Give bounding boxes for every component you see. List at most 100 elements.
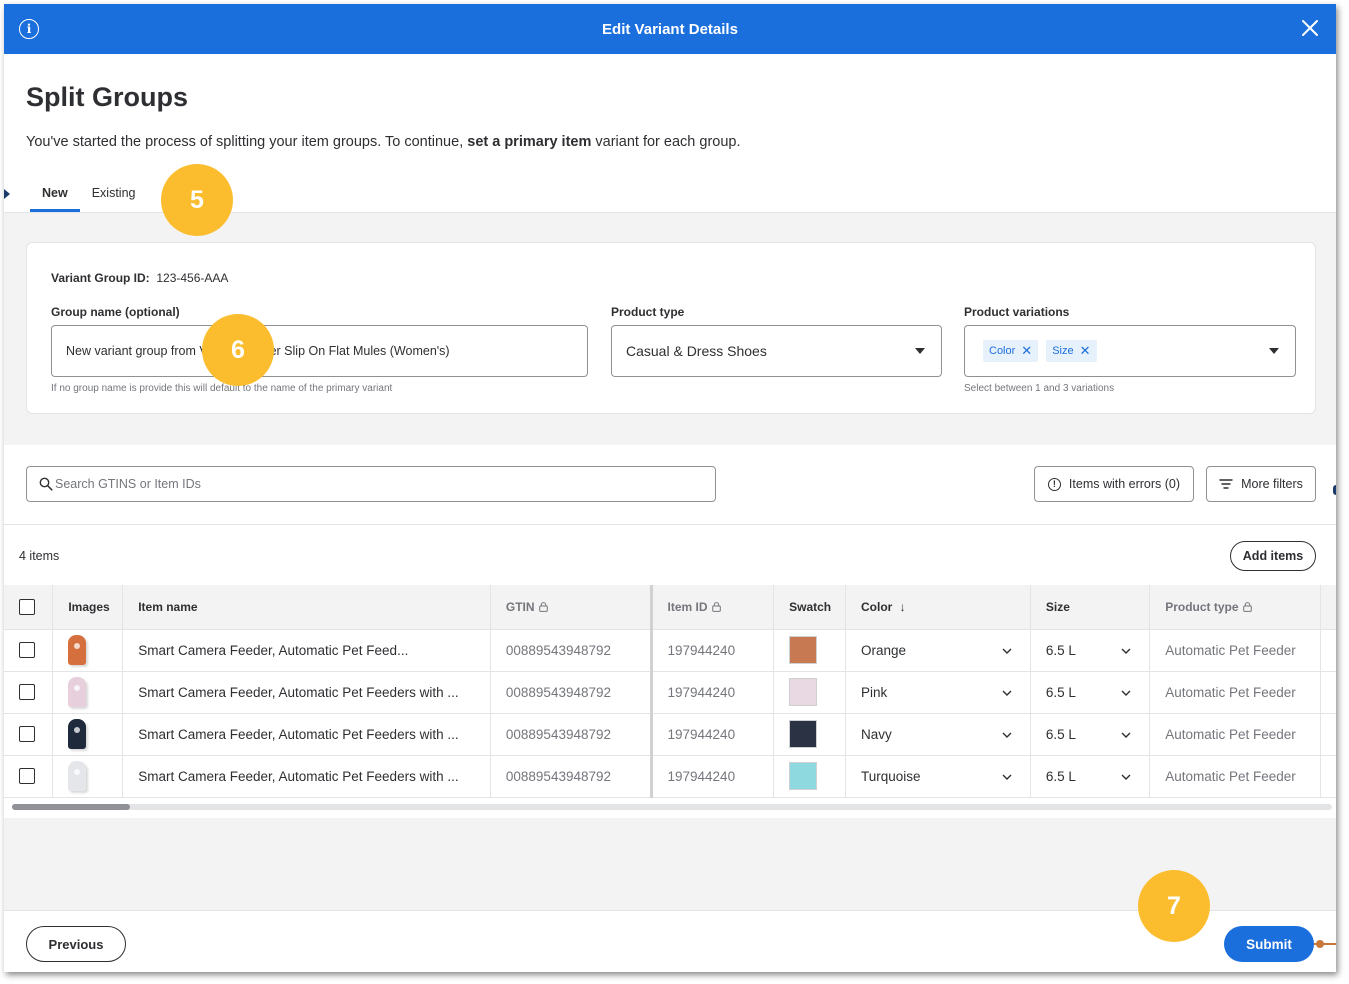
chevron-down-icon (1002, 774, 1012, 780)
item-name-cell[interactable]: Smart Camera Feeder, Automatic Pet Feede… (122, 755, 491, 798)
submit-button[interactable]: Submit (1224, 926, 1314, 962)
row-select-cell (4, 629, 54, 672)
row-select-cell (4, 671, 54, 714)
footer-divider (4, 910, 1336, 911)
filter-icon (1219, 479, 1233, 489)
swatch-cell (773, 629, 846, 672)
group-tabs: New Existing (30, 180, 147, 214)
size-select[interactable]: 6.5 L (1030, 629, 1151, 672)
previous-button[interactable]: Previous (26, 926, 126, 962)
color-select[interactable]: Turquoise (845, 755, 1031, 798)
item-id-cell: 197944240 (651, 755, 775, 798)
remove-chip-icon[interactable]: ✕ (1080, 343, 1091, 359)
item-name-cell[interactable]: Smart Camera Feeder, Automatic Pet Feede… (122, 671, 491, 714)
color-select[interactable]: Orange (845, 629, 1031, 672)
row-checkbox[interactable] (19, 684, 35, 701)
swatch-cell (773, 755, 846, 798)
column-header-images: Images (52, 585, 124, 630)
lock-icon (538, 601, 548, 612)
chevron-down-icon (1269, 348, 1279, 354)
tab-new[interactable]: New (30, 180, 80, 212)
group-name-input[interactable]: New variant group from Vegan Leather Sli… (51, 325, 588, 377)
group-name-label: Group name (optional) (51, 305, 180, 319)
color-select[interactable]: Pink (845, 671, 1031, 714)
callout-badge-5: 5 (161, 164, 233, 236)
size-value: 6.5 L (1045, 684, 1076, 700)
chevron-down-icon (1121, 774, 1131, 780)
item-name-cell[interactable]: Smart Camera Feeder, Automatic Pet Feede… (122, 713, 491, 756)
row-checkbox[interactable] (19, 726, 35, 743)
close-icon[interactable] (1298, 16, 1322, 40)
more-filters-button[interactable]: More filters (1206, 466, 1316, 502)
edge-marker (1333, 485, 1336, 495)
variation-chip-color: Color ✕ (983, 340, 1039, 362)
row-checkbox[interactable] (19, 642, 35, 659)
item-count: 4 items (19, 549, 60, 563)
product-type-cell: Automatic Pet Feeder (1149, 671, 1321, 714)
color-swatch[interactable] (789, 762, 818, 790)
product-type-select[interactable]: Casual & Dress Shoes (611, 325, 942, 377)
edit-variant-modal: i Edit Variant Details Split Groups You'… (4, 4, 1336, 972)
table-row[interactable]: Smart Camera Feeder, Automatic Pet Feede… (4, 671, 1336, 714)
color-swatch[interactable] (789, 720, 818, 748)
page-title: Split Groups (26, 82, 188, 112)
gtin-cell: 00889543948792 (490, 755, 653, 798)
product-variations-select[interactable]: Color ✕ Size ✕ (964, 325, 1296, 377)
size-select[interactable]: 6.5 L (1030, 671, 1151, 714)
size-value: 6.5 L (1045, 726, 1076, 742)
chevron-down-icon (1002, 690, 1012, 696)
page-instructions: You've started the process of splitting … (26, 134, 741, 150)
overflow-cell (1320, 671, 1336, 714)
horizontal-scrollbar[interactable] (12, 804, 1332, 810)
table-header-row: Images Item name GTIN Item ID Swatch Col… (4, 585, 1336, 630)
color-swatch[interactable] (789, 678, 818, 706)
gtin-cell: 00889543948792 (490, 629, 653, 672)
table-row[interactable]: Smart Camera Feeder, Automatic Pet Feede… (4, 713, 1336, 756)
color-value: Pink (860, 684, 888, 700)
color-swatch[interactable] (789, 636, 818, 664)
lock-icon (711, 601, 721, 612)
product-type-label: Product type (611, 305, 685, 319)
item-image-cell (52, 629, 124, 672)
product-type-cell: Automatic Pet Feeder (1149, 713, 1321, 756)
item-thumbnail (68, 761, 87, 791)
group-name-hint: If no group name is provide this will de… (51, 383, 393, 394)
item-name-cell[interactable]: Smart Camera Feeder, Automatic Pet Feed.… (122, 629, 491, 672)
item-image-cell (52, 671, 124, 714)
tab-existing[interactable]: Existing (80, 180, 148, 212)
remove-chip-icon[interactable]: ✕ (1021, 343, 1032, 359)
add-items-button[interactable]: Add items (1230, 541, 1316, 571)
select-all-checkbox[interactable] (19, 598, 35, 615)
color-select[interactable]: Navy (845, 713, 1031, 756)
info-icon[interactable]: i (19, 19, 39, 39)
row-checkbox[interactable] (19, 768, 35, 785)
item-id-cell: 197944240 (651, 713, 775, 756)
column-header-size[interactable]: Size (1030, 585, 1151, 630)
size-select[interactable]: 6.5 L (1030, 713, 1151, 756)
column-header-color[interactable]: Color ↓ (845, 585, 1031, 630)
connector-dot (1316, 940, 1324, 948)
overflow-cell (1320, 713, 1336, 756)
column-header-item-id: Item ID (651, 585, 775, 630)
modal-title-bar: i Edit Variant Details (4, 4, 1336, 54)
table-row[interactable]: Smart Camera Feeder, Automatic Pet Feede… (4, 755, 1336, 798)
column-header-item-name[interactable]: Item name (122, 585, 491, 630)
info-icon: ! (1047, 477, 1061, 491)
product-type-cell: Automatic Pet Feeder (1149, 629, 1321, 672)
chevron-down-icon (915, 348, 925, 354)
search-input[interactable]: Search GTINS or Item IDs (26, 466, 716, 502)
table-row[interactable]: Smart Camera Feeder, Automatic Pet Feed.… (4, 629, 1336, 672)
size-select[interactable]: 6.5 L (1030, 755, 1151, 798)
chevron-down-icon (1002, 648, 1012, 654)
swatch-cell (773, 713, 846, 756)
column-header-swatch: Swatch (773, 585, 846, 630)
items-with-errors-button[interactable]: ! Items with errors (0) (1034, 466, 1194, 502)
scrollbar-thumb[interactable] (12, 804, 130, 810)
variation-chip-size: Size ✕ (1046, 340, 1097, 362)
color-value: Navy (860, 726, 892, 742)
callout-badge-7: 7 (1138, 870, 1210, 942)
item-id-cell: 197944240 (651, 629, 775, 672)
gtin-cell: 00889543948792 (490, 671, 653, 714)
column-header-overflow (1320, 585, 1336, 630)
item-id-cell: 197944240 (651, 671, 775, 714)
